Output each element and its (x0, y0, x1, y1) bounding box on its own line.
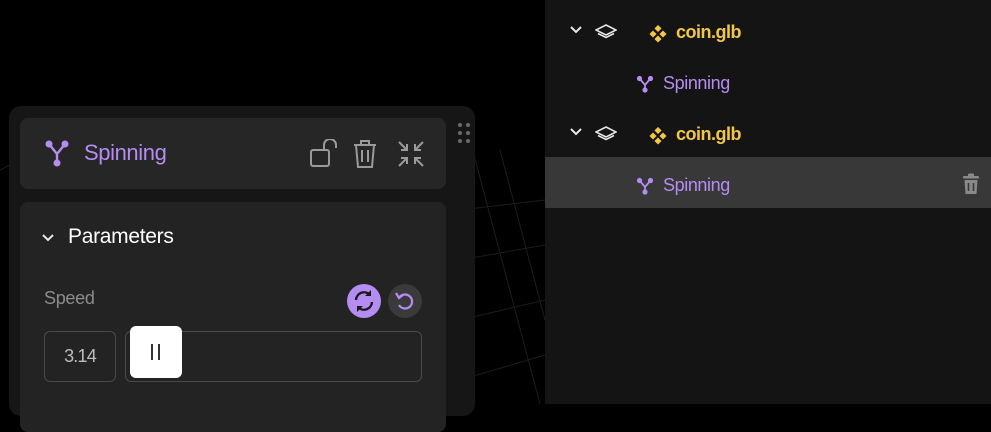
file-label: coin.glb (676, 22, 742, 42)
model-file-icon (649, 127, 667, 145)
loop-button[interactable] (347, 284, 381, 318)
trash-icon[interactable] (961, 173, 981, 195)
layers-icon (595, 24, 617, 39)
file-label: coin.glb (676, 124, 742, 144)
animation-label: Spinning (663, 175, 730, 195)
outliner-row-file[interactable]: coin.glb (545, 4, 991, 55)
speed-value-input[interactable]: 3.14 (44, 331, 116, 382)
chevron-down-icon[interactable] (569, 24, 583, 36)
loop-icon (354, 290, 374, 312)
outliner-row-file[interactable]: coin.glb (545, 106, 991, 157)
outliner-row-animation[interactable]: Spinning (545, 55, 991, 106)
scene-outliner: coin.glb Spinning coin.glb Spinning (545, 0, 991, 404)
unlock-icon[interactable] (309, 139, 339, 169)
section-title[interactable]: Parameters (68, 225, 174, 249)
animation-panel: Spinning Parameters Speed 3.14 (9, 106, 475, 432)
outliner-row-animation-selected[interactable]: Spinning (545, 157, 991, 208)
collapse-icon[interactable] (396, 139, 426, 169)
panel-title: Spinning (84, 140, 167, 165)
chevron-down-icon[interactable] (41, 232, 55, 244)
animation-label: Spinning (663, 73, 730, 93)
reset-icon (395, 292, 414, 310)
speed-label: Speed (44, 288, 95, 308)
layers-icon (595, 126, 617, 141)
chevron-down-icon[interactable] (569, 126, 583, 138)
panel-header: Spinning (20, 118, 446, 189)
drag-handle-icon[interactable] (457, 122, 471, 144)
model-file-icon (649, 25, 667, 43)
animation-node-icon (636, 177, 654, 195)
reset-button[interactable] (388, 284, 422, 318)
parameters-section: Parameters Speed 3.14 (20, 202, 446, 432)
animation-node-icon (45, 140, 69, 167)
speed-slider-handle[interactable] (130, 326, 182, 378)
animation-node-icon (636, 75, 654, 93)
trash-icon[interactable] (351, 139, 381, 169)
